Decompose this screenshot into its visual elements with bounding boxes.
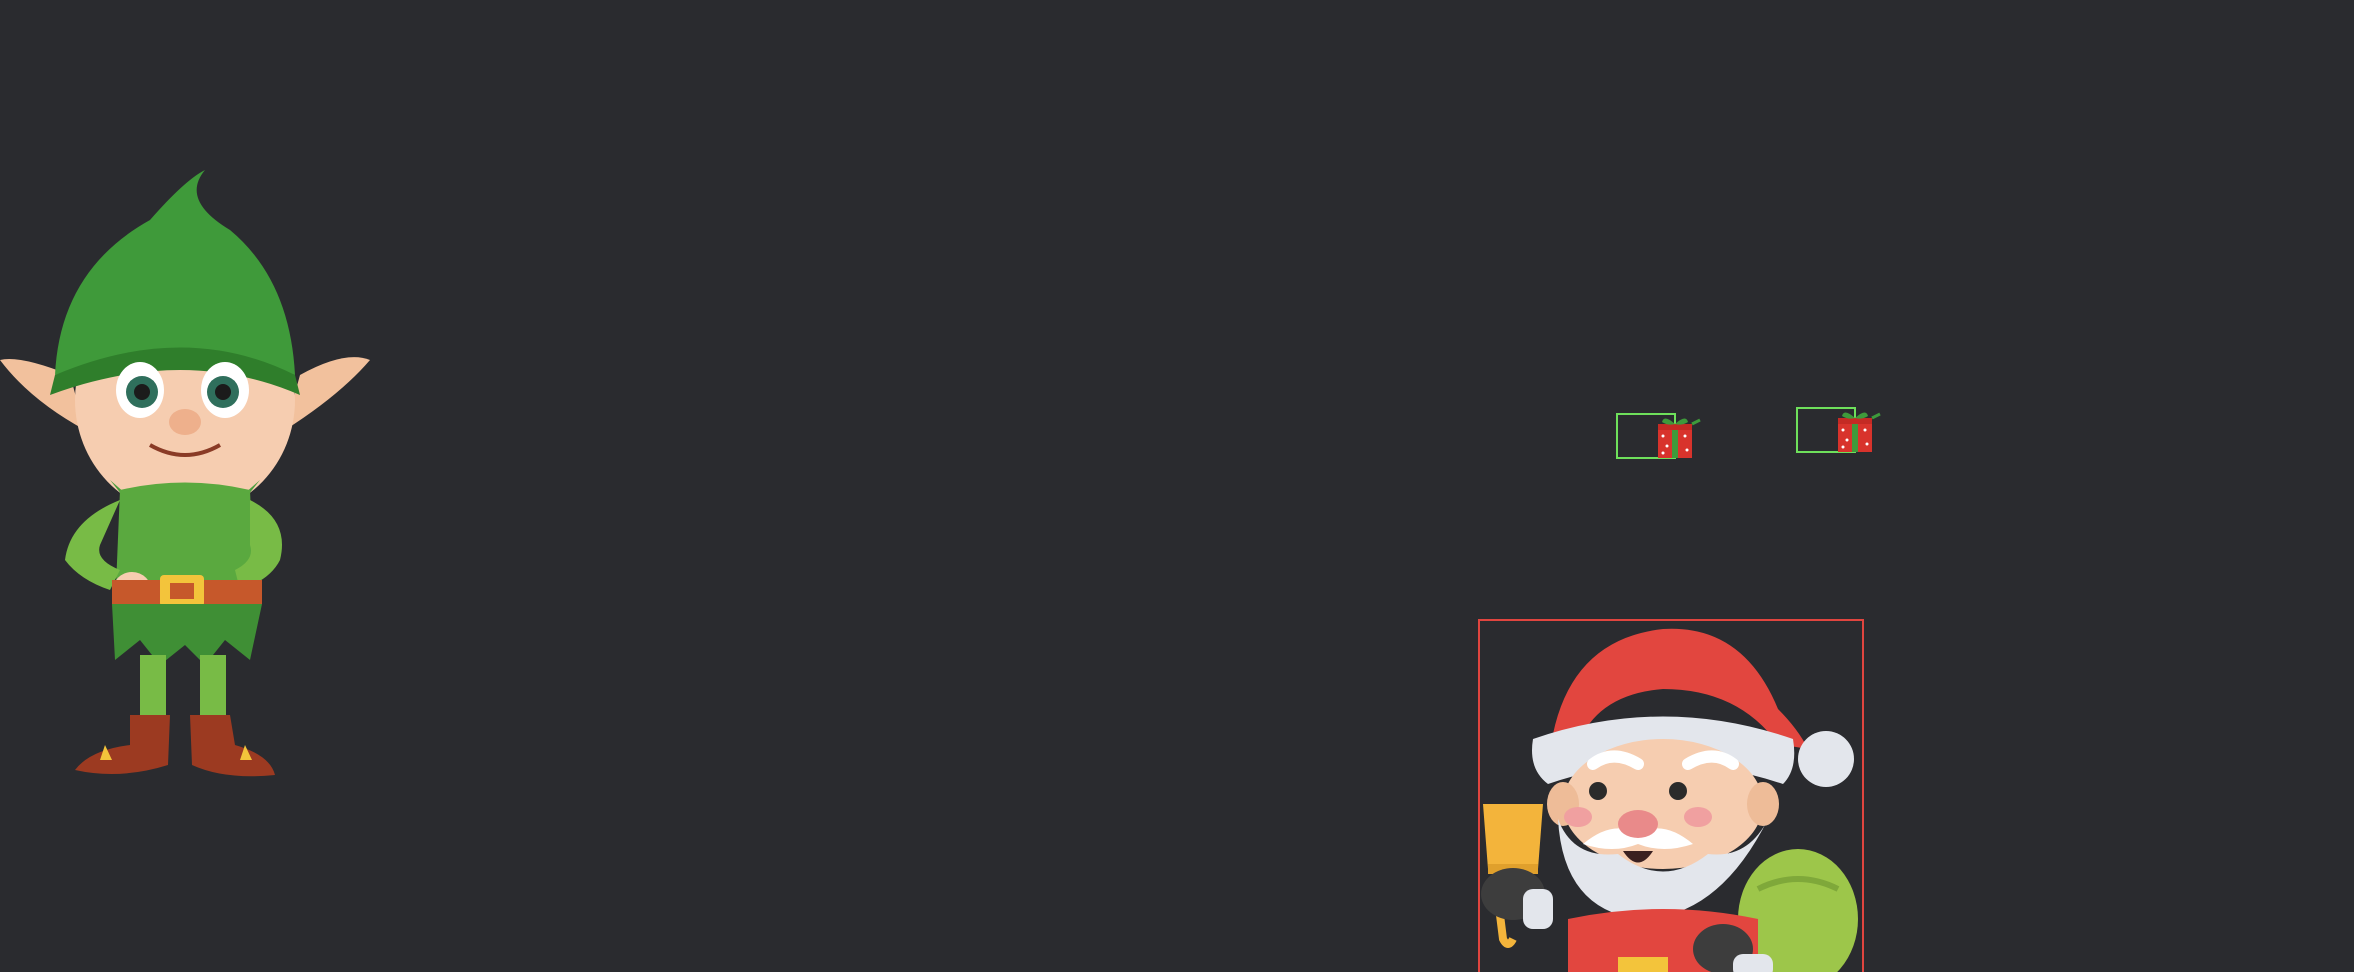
gift-box-icon <box>1658 418 1701 458</box>
elf-character-icon <box>0 160 372 810</box>
gift-box-icon[interactable] <box>1796 404 1884 462</box>
santa-character-icon[interactable] <box>1478 619 1864 972</box>
gift-box-icon[interactable] <box>1616 410 1704 468</box>
santa-character-icon <box>1481 628 1858 972</box>
gift-box-icon <box>1838 412 1881 452</box>
game-canvas[interactable] <box>0 0 2354 972</box>
